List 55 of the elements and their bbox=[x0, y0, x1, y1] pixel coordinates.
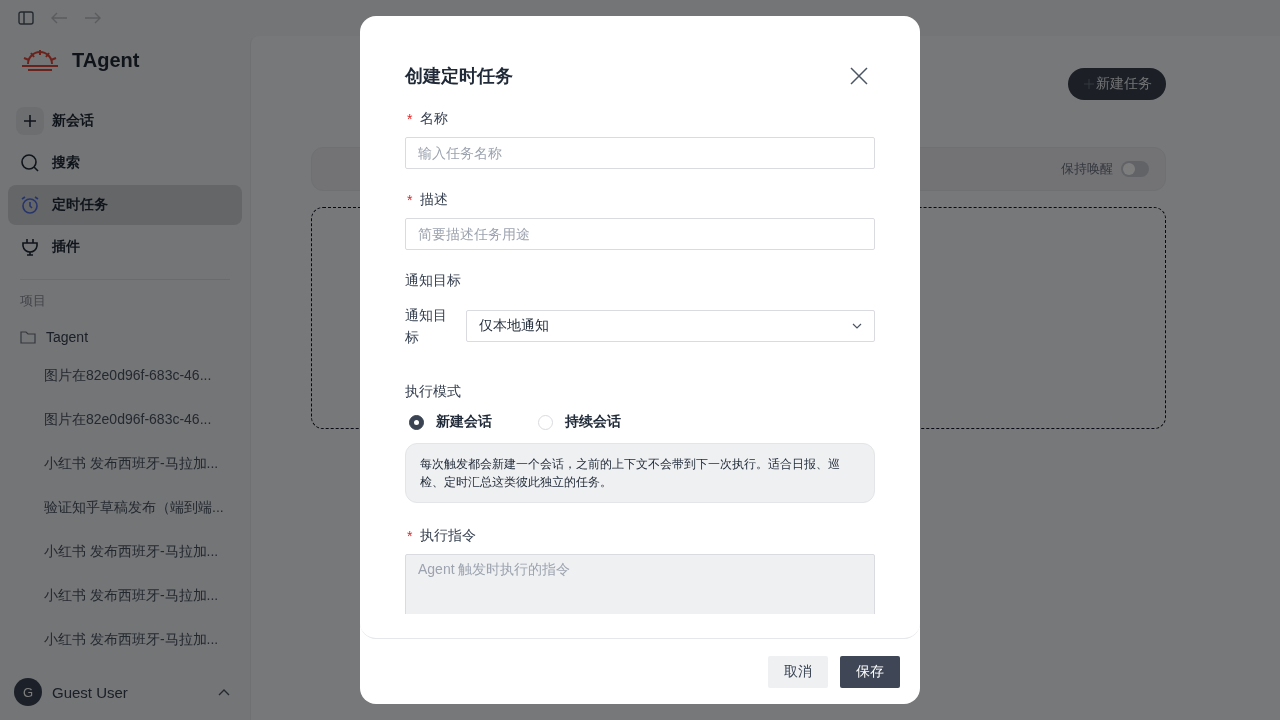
field-label: 描述 bbox=[420, 191, 449, 209]
folder-icon bbox=[20, 330, 36, 344]
field-label: 通知目标 bbox=[405, 306, 448, 347]
required-mark: * bbox=[407, 111, 413, 127]
radio-label: 新建会话 bbox=[436, 413, 492, 431]
description-field[interactable]: 简要描述任务用途 bbox=[405, 218, 875, 250]
notify-target-select[interactable]: 仅本地通知 bbox=[466, 310, 875, 342]
sun-logo-icon bbox=[20, 48, 60, 72]
select-value: 仅本地通知 bbox=[479, 317, 549, 335]
save-button[interactable]: 保存 bbox=[840, 655, 900, 688]
chevron-down-icon bbox=[852, 323, 862, 329]
required-mark: * bbox=[407, 528, 413, 544]
instruction-field[interactable]: Agent 触发时执行的指令 bbox=[405, 554, 875, 614]
chevron-up-icon[interactable] bbox=[218, 688, 230, 696]
name-field[interactable]: 输入任务名称 bbox=[405, 137, 875, 169]
alarm-clock-icon bbox=[20, 195, 40, 215]
nav-item[interactable]: 插件 bbox=[8, 227, 242, 267]
section-heading: 通知目标 bbox=[405, 272, 462, 290]
plug-icon bbox=[20, 237, 40, 257]
conversation-item[interactable]: 图片在82e0d96f-683c-46... bbox=[8, 398, 242, 442]
app-name: TAgent bbox=[72, 48, 140, 72]
nav-label: 搜索 bbox=[52, 154, 80, 172]
project-item[interactable]: Tagent bbox=[8, 324, 242, 350]
mode-radio[interactable]: 持续会话 bbox=[538, 413, 621, 431]
search-icon bbox=[20, 153, 40, 173]
nav-item[interactable]: 搜索 bbox=[8, 143, 242, 183]
radio-label: 持续会话 bbox=[565, 413, 621, 431]
conversation-item[interactable]: 小红书 发布西班牙-马拉加... bbox=[8, 442, 242, 486]
conversation-item[interactable]: 验证知乎草稿发布（端到端... bbox=[8, 486, 242, 530]
nav-label: 定时任务 bbox=[52, 196, 108, 214]
dialog-title: 创建定时任务 bbox=[405, 65, 513, 88]
keep-awake-toggle[interactable] bbox=[1121, 161, 1149, 177]
cancel-button[interactable]: 取消 bbox=[768, 655, 828, 688]
required-mark: * bbox=[407, 192, 413, 208]
user-avatar: G bbox=[14, 678, 42, 706]
close-button[interactable] bbox=[849, 66, 869, 86]
new-task-button[interactable]: 新建任务 bbox=[1068, 68, 1166, 100]
field-label: 名称 bbox=[420, 110, 449, 128]
project-name: Tagent bbox=[46, 329, 89, 345]
plus-icon bbox=[16, 107, 44, 135]
nav-item[interactable]: 新会话 bbox=[8, 101, 242, 141]
user-name: Guest User bbox=[52, 683, 129, 701]
nav-label: 插件 bbox=[52, 238, 80, 256]
field-label: 执行指令 bbox=[420, 527, 477, 545]
mode-note: 每次触发都会新建一个会话，之前的上下文不会带到下一次执行。适合日报、巡检、定时汇总这类彼此独立的任务。 bbox=[405, 443, 875, 503]
mode-radio[interactable]: 新建会话 bbox=[409, 413, 492, 431]
nav-item[interactable]: 定时任务 bbox=[8, 185, 242, 225]
conversation-item[interactable]: 小红书 发布西班牙-马拉加... bbox=[8, 618, 242, 662]
conversation-item[interactable]: 小红书 发布西班牙-马拉加... bbox=[8, 574, 242, 618]
conversation-item[interactable]: 图片在82e0d96f-683c-46... bbox=[8, 354, 242, 398]
nav-label: 新会话 bbox=[52, 112, 94, 130]
keep-awake-label: 保持唤醒 bbox=[1061, 160, 1113, 178]
sidebar-toggle-icon[interactable] bbox=[18, 11, 34, 25]
section-heading: 执行模式 bbox=[405, 383, 462, 401]
conversation-item[interactable]: 小红书 发布西班牙-马拉加... bbox=[8, 530, 242, 574]
